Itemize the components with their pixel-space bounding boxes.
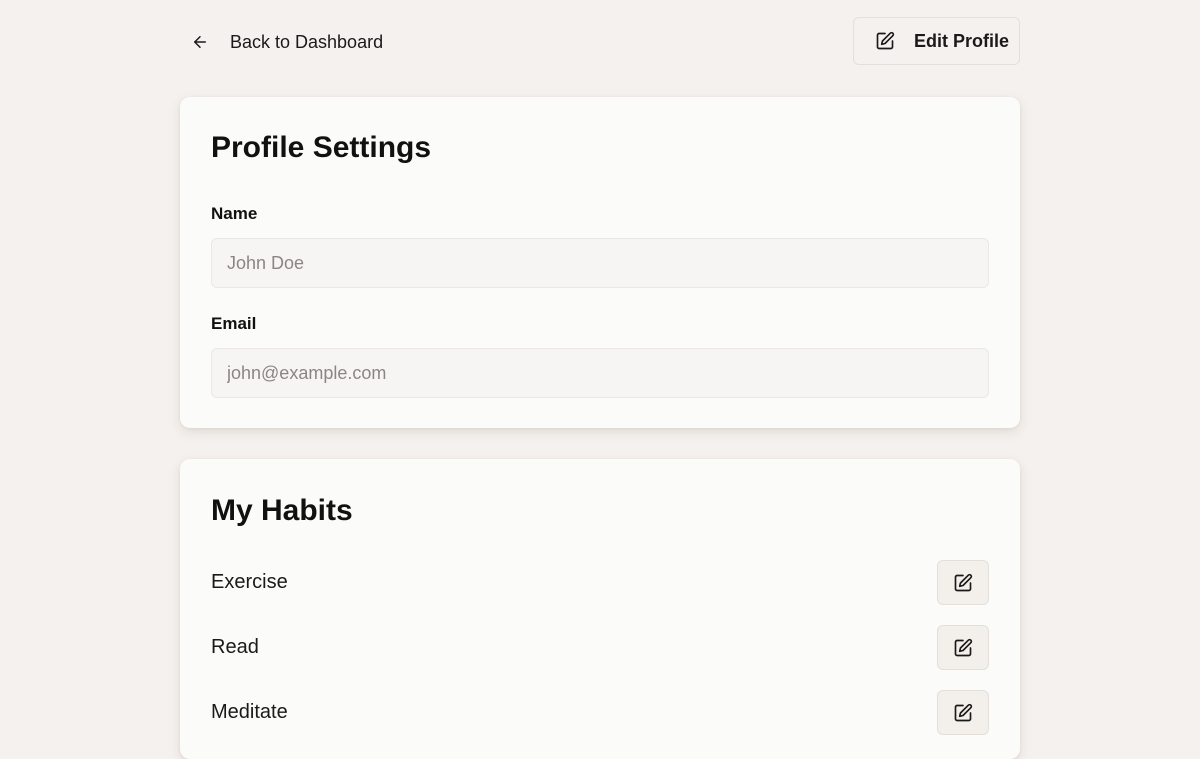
habit-name: Meditate [211, 701, 288, 723]
edit-icon [953, 703, 973, 723]
habit-name: Read [211, 636, 259, 658]
arrow-left-icon [190, 32, 210, 52]
edit-profile-label: Edit Profile [914, 30, 1010, 51]
edit-icon [953, 573, 973, 593]
edit-habit-button[interactable] [937, 690, 989, 735]
back-to-dashboard-link[interactable]: Back to Dashboard [190, 17, 383, 67]
back-to-dashboard-label: Back to Dashboard [230, 31, 384, 52]
profile-settings-title: Profile Settings [211, 131, 432, 164]
habit-name: Exercise [211, 571, 288, 593]
edit-icon [953, 638, 973, 658]
habit-row-read: Read [211, 625, 989, 670]
edit-icon [875, 31, 895, 51]
name-label: Name [211, 204, 258, 223]
edit-habit-button[interactable] [937, 625, 989, 670]
habit-row-meditate: Meditate [211, 690, 989, 735]
email-label: Email [211, 314, 257, 333]
profile-settings-card: Profile Settings Name Email [180, 97, 1020, 428]
email-field[interactable] [211, 348, 989, 398]
edit-profile-button[interactable]: Edit Profile [853, 17, 1020, 65]
habit-row-exercise: Exercise [211, 560, 989, 605]
name-field[interactable] [211, 238, 989, 288]
my-habits-title: My Habits [211, 494, 353, 527]
edit-habit-button[interactable] [937, 560, 989, 605]
top-bar: Back to Dashboard Edit Profile [180, 17, 1020, 67]
my-habits-card: My Habits Exercise Read Meditate [180, 459, 1020, 759]
